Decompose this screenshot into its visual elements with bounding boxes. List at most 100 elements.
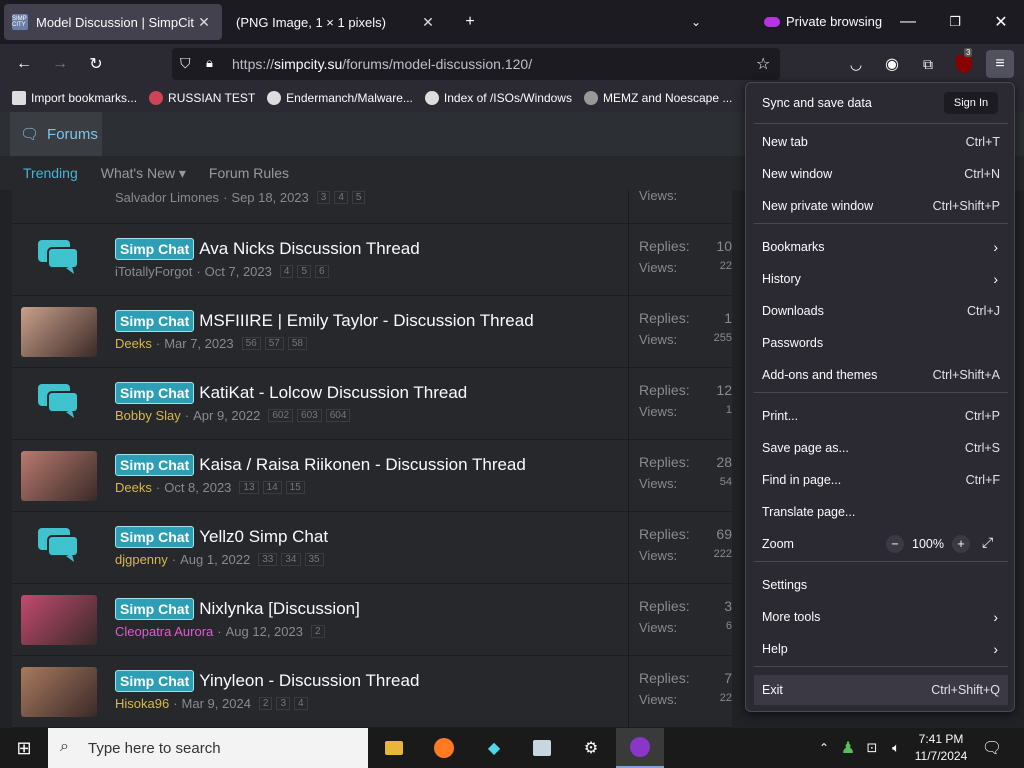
account-icon[interactable]: ◉ (878, 50, 906, 78)
simp-chat-prefix-badge[interactable]: Simp Chat (115, 454, 195, 476)
thread-author[interactable]: djgpenny (115, 552, 168, 567)
page-link[interactable]: 58 (287, 337, 307, 350)
tab-model-discussion[interactable]: SIMP CITY Model Discussion | SimpCity Fo… (4, 4, 222, 40)
extensions-puzzle-icon[interactable]: ⧉ (914, 50, 942, 78)
tray-chevron-icon[interactable]: ⌃ (812, 736, 836, 760)
volume-icon[interactable]: 🔈︎ (884, 736, 908, 760)
thread-row[interactable]: Simp Chat Ava Nicks Discussion Thread iTot… (12, 224, 732, 296)
zoom-level[interactable]: 100% (912, 537, 944, 551)
thread-row[interactable]: Simp Chat Yinyleon - Discussion Thread His… (12, 656, 732, 728)
app-window-icon[interactable] (530, 736, 554, 760)
menu-item-add-ons-and-themes[interactable]: Add-ons and themes Ctrl+Shift+A (754, 360, 1008, 390)
reload-icon[interactable]: ↻ (82, 50, 110, 78)
pocket-icon[interactable]: ◡ (842, 50, 870, 78)
thread-row[interactable]: Simp Chat Yellz0 Simp Chat djgpenny · Aug 1,… (12, 512, 732, 584)
taskbar-clock[interactable]: 7:41 PM 11/7/2024 (910, 731, 972, 765)
simp-chat-prefix-badge[interactable]: Simp Chat (115, 238, 195, 260)
menu-item-print[interactable]: Print... Ctrl+P (754, 401, 1008, 431)
simp-chat-prefix-badge[interactable]: Simp Chat (115, 598, 195, 620)
lock-icon[interactable]: 🔒︎ (206, 55, 213, 71)
forums-tab[interactable]: 🗨︎ Forums (10, 112, 102, 156)
thread-author[interactable]: Salvador Limones (115, 190, 219, 205)
thread-author[interactable]: Deeks (115, 480, 152, 495)
simp-chat-prefix-badge[interactable]: Simp Chat (115, 670, 195, 692)
page-link[interactable]: 35 (304, 553, 324, 566)
zoom-in-button[interactable]: + (952, 535, 970, 553)
thread-author[interactable]: Hisoka96 (115, 696, 169, 711)
page-link[interactable]: 602 (268, 409, 294, 422)
menu-item-save-page-as[interactable]: Save page as... Ctrl+S (754, 433, 1008, 463)
simp-chat-prefix-badge[interactable]: Simp Chat (115, 310, 195, 332)
thread-thumbnail[interactable] (21, 667, 97, 717)
window-close-icon[interactable]: ✕ (987, 8, 1015, 36)
thread-author[interactable]: Bobby Slay (115, 408, 181, 423)
bookmark-endermanch[interactable]: Endermanch/Malware... (267, 91, 413, 105)
windows-start-icon[interactable]: ⊞ (12, 736, 36, 760)
menu-item-zoom[interactable]: Zoom −100% + ⤢ (754, 529, 1008, 559)
thread-author[interactable]: Deeks (115, 336, 152, 351)
simp-chat-prefix-badge[interactable]: Simp Chat (115, 526, 195, 548)
menu-item-new-private-window[interactable]: New private window Ctrl+Shift+P (754, 191, 1008, 221)
list-tabs-chevron-icon[interactable]: ⌄ (682, 8, 710, 36)
minimize-icon[interactable]: — (894, 8, 922, 36)
subnav-forum-rules[interactable]: Forum Rules (209, 165, 289, 181)
menu-item-history[interactable]: History › (754, 264, 1008, 294)
menu-item-passwords[interactable]: Passwords (754, 328, 1008, 358)
menu-item-help[interactable]: Help › (754, 634, 1008, 664)
page-link[interactable]: 56 (241, 337, 261, 350)
thread-title[interactable]: MSFIIIRE | Emily Taylor - Discussion Thr… (199, 311, 533, 331)
network-icon[interactable]: ⊡ (860, 736, 884, 760)
fullscreen-icon[interactable]: ⤢ (982, 534, 993, 551)
page-link[interactable]: 13 (239, 481, 259, 494)
page-link[interactable]: 3 (276, 697, 291, 710)
new-tab-plus-icon[interactable]: + (456, 8, 484, 36)
thread-row[interactable]: Simp Chat KatiKat - Lolcow Discussion Thr… (12, 368, 732, 440)
tab-png-image[interactable]: (PNG Image, 1 × 1 pixels) ✕ (228, 4, 446, 40)
page-link[interactable]: 33 (258, 553, 278, 566)
page-link[interactable]: 4 (279, 265, 294, 278)
settings-gear-icon[interactable]: ⚙ (579, 736, 603, 760)
bookmark-russian-test[interactable]: RUSSIAN TEST (149, 91, 255, 105)
thread-title[interactable]: Yellz0 Simp Chat (199, 527, 328, 547)
thread-thumbnail[interactable] (21, 595, 97, 645)
thread-title[interactable]: KatiKat - Lolcow Discussion Thread (199, 383, 467, 403)
ublock-icon[interactable]: 3 (950, 48, 978, 78)
menu-item-settings[interactable]: Settings (754, 570, 1008, 600)
file-explorer-icon[interactable] (382, 736, 406, 760)
simp-chat-prefix-badge[interactable]: Simp Chat (115, 382, 195, 404)
page-link[interactable]: 2 (258, 697, 273, 710)
thread-title[interactable]: Kaisa / Raisa Riikonen - Discussion Thre… (199, 455, 526, 475)
page-link[interactable]: 3 (316, 191, 331, 204)
page-link[interactable]: 2 (310, 625, 325, 638)
restore-icon[interactable]: ❐ (941, 8, 969, 36)
page-link[interactable]: 4 (294, 697, 308, 710)
back-arrow-icon[interactable]: ← (10, 50, 38, 78)
page-link[interactable]: 603 (297, 409, 322, 422)
menu-item-more-tools[interactable]: More tools › (754, 602, 1008, 632)
firefox-icon[interactable] (432, 736, 456, 760)
bookmark-memz[interactable]: MEMZ and Noescape ... (583, 91, 732, 105)
page-link[interactable]: 604 (325, 409, 351, 422)
forward-arrow-icon[interactable]: → (46, 50, 74, 78)
close-tab-icon[interactable]: ✕ (418, 14, 438, 31)
page-link[interactable]: 34 (281, 553, 301, 566)
page-link[interactable]: 14 (262, 481, 282, 494)
notifications-icon[interactable]: 🗨︎ (980, 736, 1004, 760)
thread-title[interactable]: Ava Nicks Discussion Thread (199, 239, 419, 259)
firefox-private-taskbar-icon[interactable] (616, 728, 664, 768)
bookmark-isos[interactable]: Index of /ISOs/Windows (424, 91, 572, 105)
thread-row-partial[interactable]: Salvador Limones · Sep 18, 2023 3 4 5 Vi… (12, 188, 732, 224)
thread-row[interactable]: Simp Chat Nixlynka [Discussion] Cleopatra … (12, 584, 732, 656)
close-tab-icon[interactable]: ✕ (194, 14, 214, 31)
menu-item-translate-page[interactable]: Translate page... (754, 497, 1008, 527)
thread-thumbnail[interactable] (21, 307, 97, 357)
page-link[interactable]: 57 (264, 337, 284, 350)
page-link[interactable]: 5 (297, 265, 311, 278)
zoom-out-button[interactable]: − (886, 535, 904, 553)
thread-thumbnail[interactable] (21, 451, 97, 501)
bookmark-import[interactable]: Import bookmarks... (12, 91, 137, 105)
sign-in-button[interactable]: Sign In (944, 92, 998, 114)
bookmark-star-icon[interactable]: ☆ (756, 54, 770, 74)
menu-item-find-in-page[interactable]: Find in page... Ctrl+F (754, 465, 1008, 495)
menu-item-bookmarks[interactable]: Bookmarks › (754, 232, 1008, 262)
